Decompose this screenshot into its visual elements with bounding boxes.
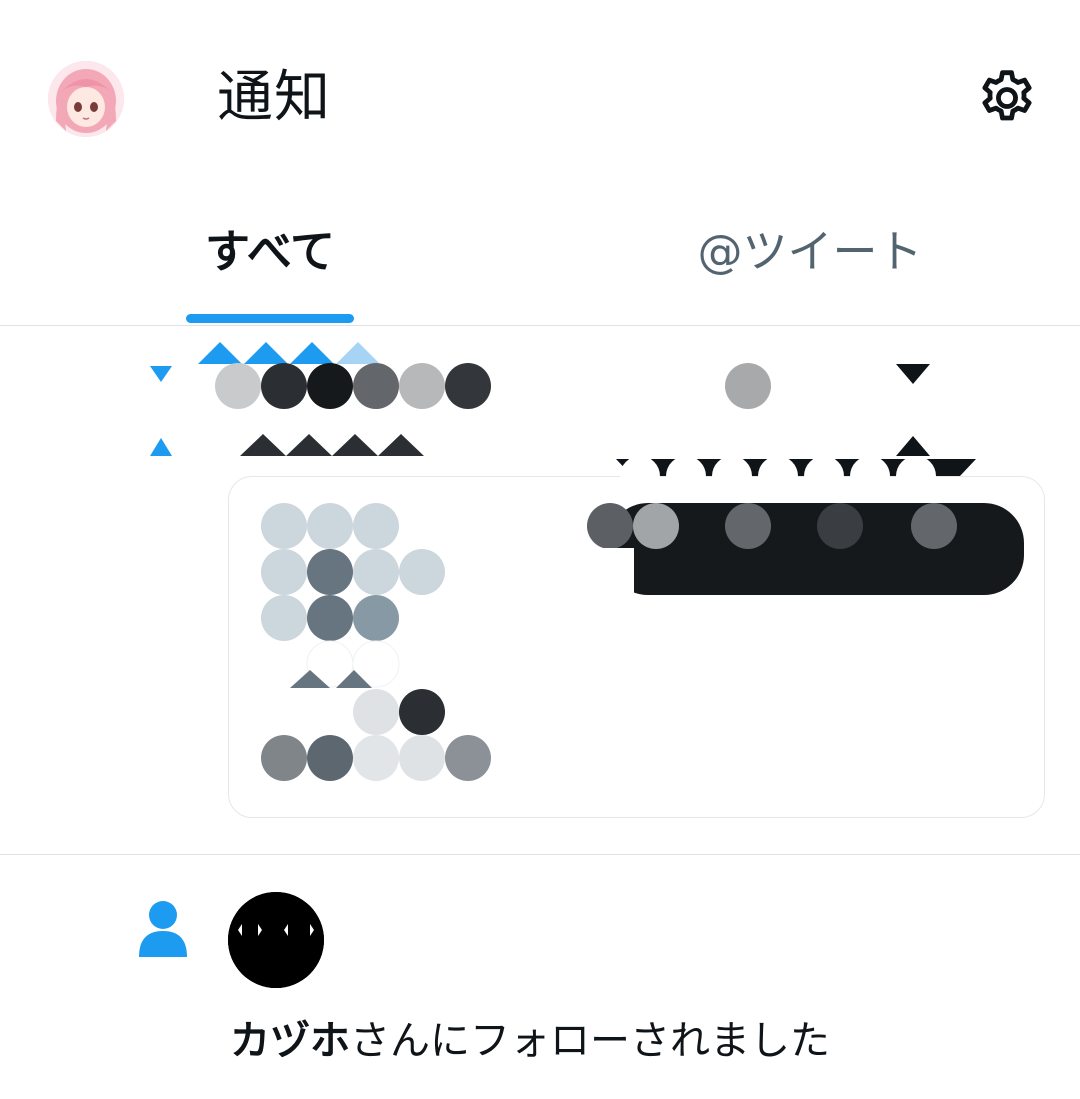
person-icon xyxy=(136,897,190,959)
tab-mentions[interactable]: @ツイート xyxy=(600,190,1020,324)
mosaic-censored-content xyxy=(150,342,1024,781)
notification-tabs: すべて @ツイート xyxy=(0,190,1080,325)
tab-all[interactable]: すべて xyxy=(140,190,400,324)
settings-button[interactable] xyxy=(972,66,1042,130)
tab-all-label: すべて xyxy=(204,225,336,278)
notification-item-censored[interactable] xyxy=(0,326,1080,854)
tab-mentions-label: @ツイート xyxy=(697,225,923,278)
page-title: 通知 xyxy=(217,65,331,130)
follower-name[interactable]: カヅホ xyxy=(230,1018,350,1064)
tab-selected-indicator xyxy=(186,314,354,323)
user-avatar[interactable] xyxy=(48,61,124,137)
gear-icon xyxy=(982,70,1032,121)
follower-avatar[interactable] xyxy=(228,892,324,988)
user-avatar-icon xyxy=(48,61,124,137)
notification-item-follow[interactable]: カヅホさんにフォローされました xyxy=(0,855,1080,1099)
follower-avatar-icon xyxy=(228,892,324,988)
top-app-bar: 通知 xyxy=(0,0,1080,190)
follow-message: カヅホさんにフォローされました xyxy=(230,1013,830,1069)
follow-message-suffix: さんにフォローされました xyxy=(350,1018,830,1064)
